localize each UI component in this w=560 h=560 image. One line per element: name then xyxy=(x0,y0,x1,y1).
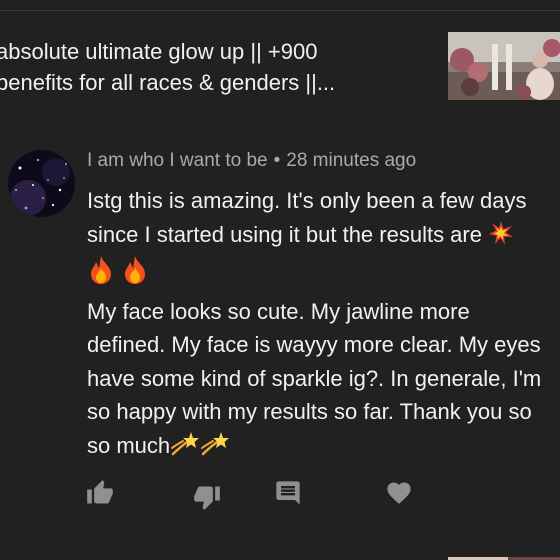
comment-line: so much xyxy=(87,429,560,467)
dislike-button[interactable] xyxy=(192,482,222,512)
comment-meta: I am who I want to be • 28 minutes ago xyxy=(87,150,416,172)
thumbs-down-icon xyxy=(194,486,220,510)
meta-separator: • xyxy=(273,150,281,171)
comment-text: Istg this is amazing. It's only been a f… xyxy=(87,184,560,466)
fire-emoji xyxy=(87,255,115,295)
comment-icon xyxy=(276,481,300,505)
fire-emoji xyxy=(121,255,149,295)
related-video-title[interactable]: absolute ultimate glow up || +900 benefi… xyxy=(0,36,436,98)
author-name[interactable]: I am who I want to be xyxy=(87,150,268,171)
comment-line: defined. My face is wayyy more clear. My… xyxy=(87,332,541,357)
next-video-thumbnail[interactable] xyxy=(448,552,560,560)
comment-line: so happy with my results so far. Thank y… xyxy=(87,399,532,424)
thumbs-up-icon xyxy=(87,480,113,504)
heart-icon xyxy=(387,482,411,504)
video-thumbnail[interactable] xyxy=(448,32,560,100)
comment-line: have some kind of sparkle ig?. In genera… xyxy=(87,365,542,391)
comment-line: since I started using it but the results… xyxy=(87,218,560,256)
comment-line xyxy=(87,255,560,295)
collision-emoji xyxy=(488,220,514,256)
comment-line: My face looks so cute. My jawline more xyxy=(87,298,470,324)
dizzy-emoji xyxy=(170,429,200,467)
dizzy-emoji xyxy=(200,429,230,467)
like-button[interactable] xyxy=(85,478,115,508)
author-avatar[interactable] xyxy=(8,150,75,217)
comment-timestamp[interactable]: 28 minutes ago xyxy=(286,150,416,171)
top-divider xyxy=(0,10,560,11)
heart-button[interactable] xyxy=(384,478,414,508)
comment-line: Istg this is amazing. It's only been a f… xyxy=(87,188,527,213)
reply-button[interactable] xyxy=(273,478,303,508)
